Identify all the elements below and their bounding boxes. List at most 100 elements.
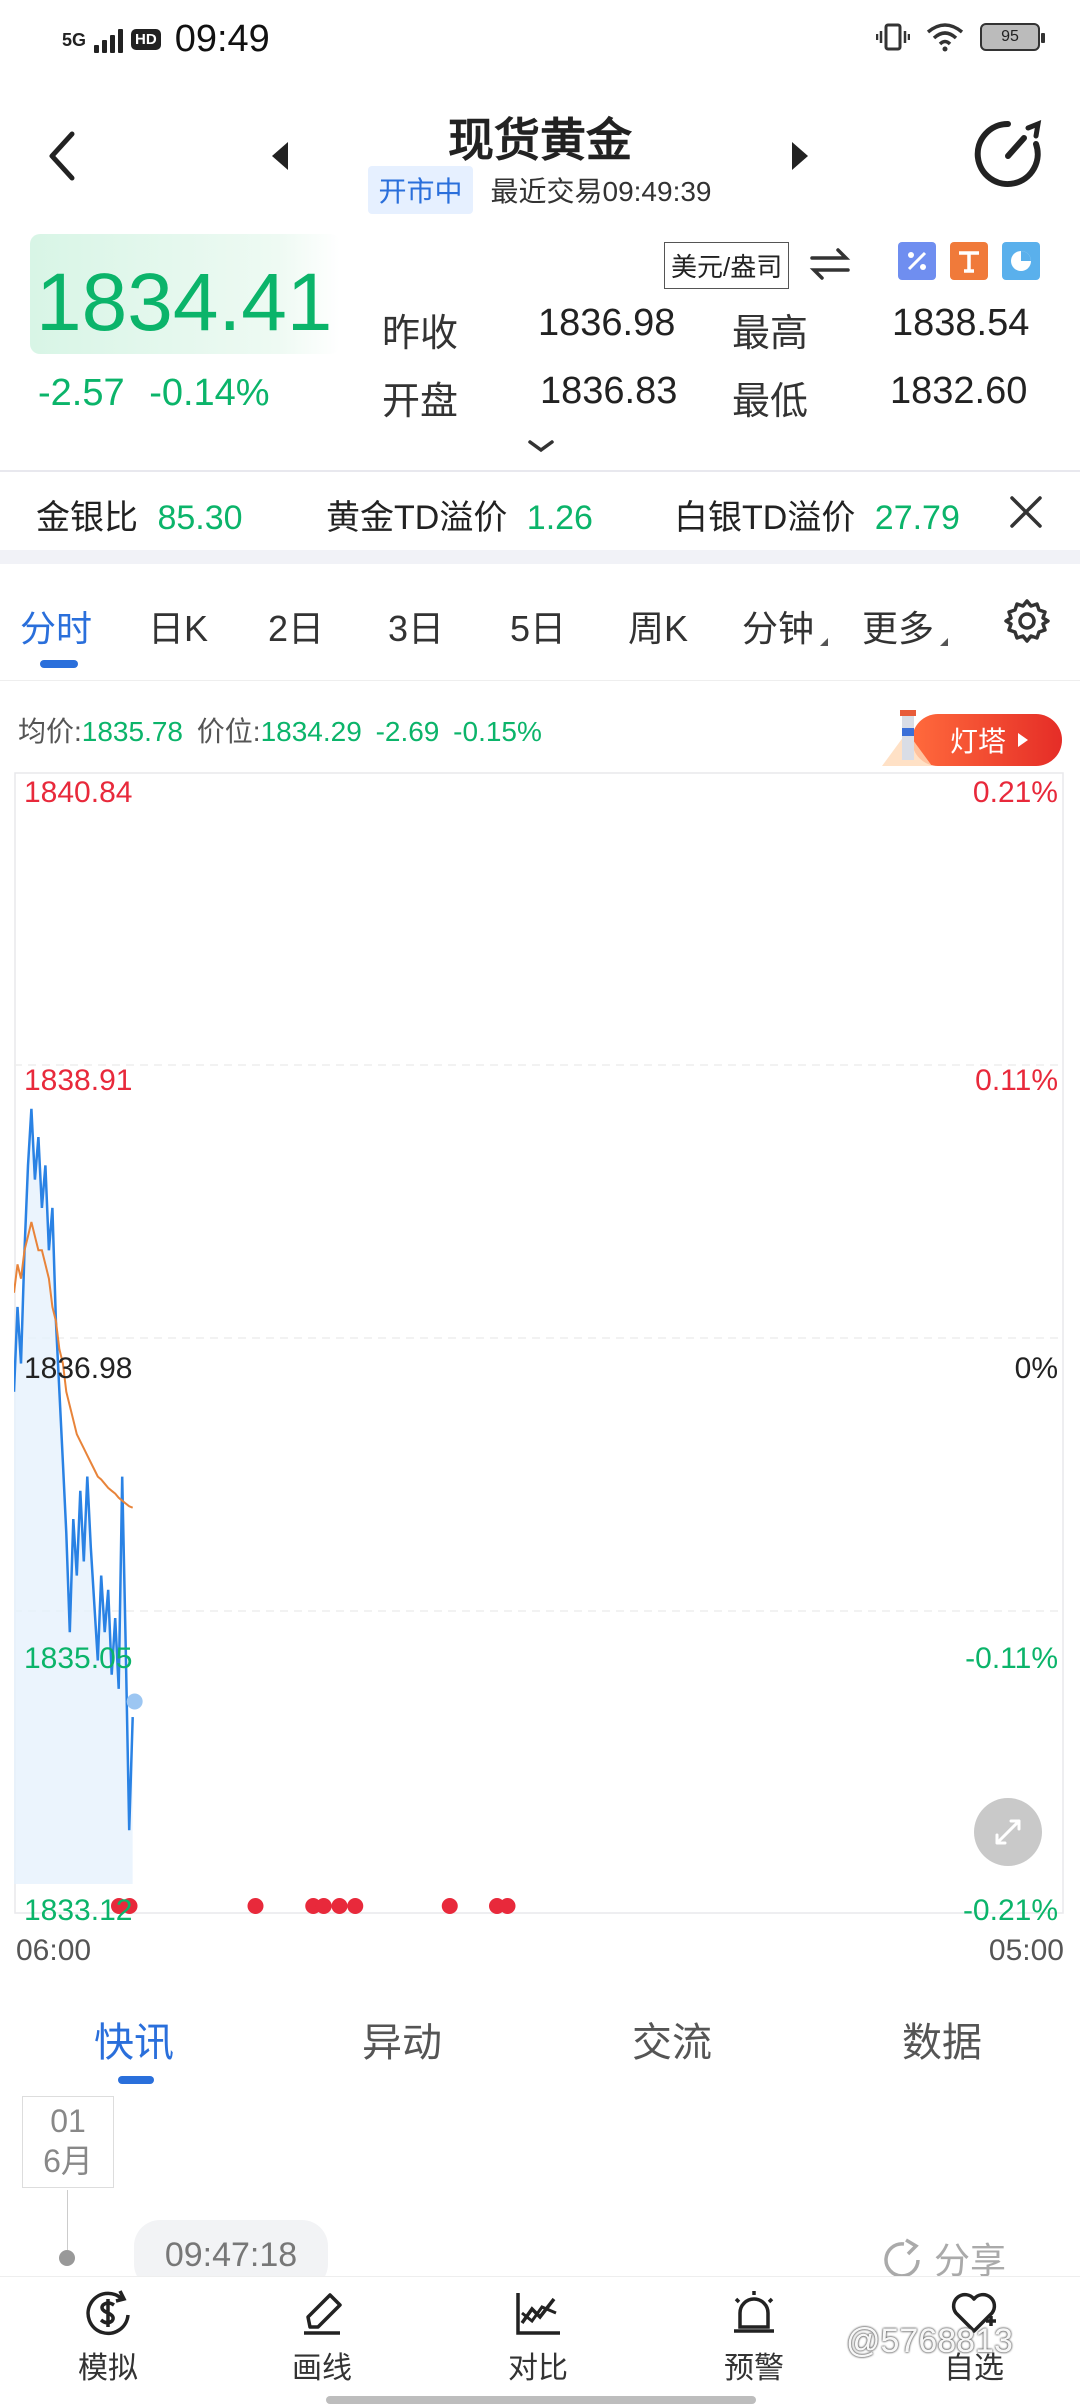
date-card: 01 6月 xyxy=(22,2096,114,2188)
pct-tick-label: 0.11% xyxy=(975,1064,1058,1097)
compare-chart-icon xyxy=(516,2293,560,2335)
date-month: 6月 xyxy=(43,2143,93,2179)
market-status-row: 开市中 最近交易09:49:39 xyxy=(0,166,1080,214)
quote-panel: 1834.41 -2.57 -0.14% 美元/盎司 昨收 1836.98 最高… xyxy=(0,226,1080,470)
nav-label: 画线 xyxy=(292,2352,352,2385)
gold-silver-ratio: 金银比 85.30 xyxy=(36,490,243,539)
nav-simulate[interactable]: 模拟 xyxy=(48,2287,168,2387)
ratio-bar: 金银比 85.30 黄金TD溢价 1.26 白银TD溢价 27.79 xyxy=(0,472,1080,550)
tab-weekly-k[interactable]: 周K xyxy=(628,600,688,652)
tab-discussion[interactable]: 交流 xyxy=(632,2010,712,2068)
tab-movers[interactable]: 异动 xyxy=(362,2010,442,2068)
high-value: 1838.54 xyxy=(892,302,1030,344)
share-icon xyxy=(884,2238,920,2278)
tab-intraday[interactable]: 分时 xyxy=(20,600,92,652)
gold-td-value: 1.26 xyxy=(526,499,593,537)
pct-tick-label: 0.21% xyxy=(972,776,1058,809)
network-type: 5G xyxy=(62,29,87,50)
silver-td-value: 27.79 xyxy=(874,499,960,537)
home-indicator[interactable] xyxy=(326,2396,756,2404)
watermark: @5768813 xyxy=(846,2322,1013,2360)
tower-icon[interactable] xyxy=(950,242,988,280)
event-marker xyxy=(347,1898,364,1914)
refresh-icon[interactable] xyxy=(970,116,1046,192)
dollar-coin-icon xyxy=(86,2290,130,2336)
prev-close-label: 昨收 xyxy=(382,313,459,355)
next-instrument-icon[interactable] xyxy=(784,136,814,176)
tab-more[interactable]: 更多 xyxy=(862,600,934,652)
battery-level: 95 xyxy=(1001,28,1019,45)
tab-daily-k[interactable]: 日K xyxy=(148,600,208,652)
y-tick-label: 1836.98 xyxy=(24,1352,133,1385)
low-value: 1832.60 xyxy=(890,370,1028,412)
active-tab-indicator xyxy=(118,2076,154,2084)
hd-badge: HD xyxy=(131,29,161,50)
pct-tick-label: -0.21% xyxy=(962,1894,1058,1927)
alarm-icon xyxy=(734,2291,774,2333)
lighthouse-button[interactable]: 灯塔 xyxy=(876,710,1062,766)
nav-compare[interactable]: 对比 xyxy=(478,2287,598,2387)
tab-data[interactable]: 数据 xyxy=(902,2010,982,2068)
lighthouse-label: 灯塔 xyxy=(950,726,1007,757)
high-label: 最高 xyxy=(732,313,809,355)
tab-2-day[interactable]: 2日 xyxy=(268,600,324,652)
price-label: 价位: xyxy=(196,716,261,747)
price-change: -2.57 -0.14% xyxy=(38,372,270,415)
cursor-change: -2.69 xyxy=(375,716,440,747)
silver-td-premium: 白银TD溢价 27.79 xyxy=(674,490,960,539)
avg-value: 1835.78 xyxy=(81,716,183,747)
y-tick-label: 1833.12 xyxy=(24,1894,133,1927)
gold-td-label: 黄金TD溢价 xyxy=(326,499,508,537)
pie-chart-icon[interactable] xyxy=(1002,242,1040,280)
avg-label: 均价: xyxy=(18,716,82,747)
fullscreen-button[interactable] xyxy=(974,1798,1042,1866)
pen-icon xyxy=(304,2293,342,2335)
close-icon[interactable] xyxy=(1006,492,1046,532)
event-marker xyxy=(331,1898,348,1914)
period-tabs: 分时 日K 2日 3日 5日 周K 分钟 更多 xyxy=(0,564,1080,680)
play-triangle-icon xyxy=(1018,733,1029,747)
gear-icon[interactable] xyxy=(1002,596,1052,646)
nav-label: 模拟 xyxy=(78,2352,138,2385)
section-gap xyxy=(0,550,1080,564)
wifi-icon xyxy=(926,23,964,52)
current-price: 1834.41 xyxy=(36,257,333,348)
tab-5-day[interactable]: 5日 xyxy=(510,600,566,652)
percent-icon[interactable] xyxy=(898,242,936,280)
y-tick-label: 1840.84 xyxy=(24,776,133,809)
prev-close-value: 1836.98 xyxy=(538,302,676,344)
tab-flash-news[interactable]: 快讯 xyxy=(94,2010,174,2068)
date-day: 01 xyxy=(50,2103,86,2139)
gold-silver-value: 85.30 xyxy=(157,499,243,537)
y-tick-label: 1835.05 xyxy=(24,1642,133,1675)
intraday-chart[interactable] xyxy=(14,772,1064,1928)
nav-alert[interactable]: 预警 xyxy=(694,2287,814,2387)
pct-tick-label: 0% xyxy=(1014,1352,1058,1385)
lighthouse-pill: 灯塔 xyxy=(912,714,1062,766)
y-tick-label: 1838.91 xyxy=(24,1064,133,1097)
dropdown-triangle-icon xyxy=(820,638,828,646)
expand-icon xyxy=(995,1819,1021,1845)
open-value: 1836.83 xyxy=(540,370,678,412)
unit-selector[interactable]: 美元/盎司 xyxy=(664,242,790,289)
event-marker xyxy=(441,1898,458,1914)
news-tabs: 快讯 异动 交流 数据 xyxy=(0,2000,1080,2090)
change-percent: -0.14% xyxy=(149,372,270,414)
expand-chevron-icon[interactable] xyxy=(526,436,556,456)
status-bar: 5G HD 09:49 95 xyxy=(0,0,1080,80)
last-trade-time: 最近交易09:49:39 xyxy=(490,176,712,207)
swap-icon[interactable] xyxy=(808,244,852,284)
chart-frame xyxy=(14,772,1064,1914)
nav-draw[interactable]: 画线 xyxy=(262,2287,382,2387)
page-title: 现货黄金 xyxy=(448,114,632,166)
tab-3-day[interactable]: 3日 xyxy=(388,600,444,652)
chart-info-line: 均价:1835.78 价位:1834.29 -2.69 -0.15% xyxy=(18,710,542,750)
vibrate-icon xyxy=(876,23,910,51)
signal-icon xyxy=(94,27,124,53)
tab-minute[interactable]: 分钟 xyxy=(742,600,814,652)
nav-label: 预警 xyxy=(724,2352,784,2385)
gold-silver-label: 金银比 xyxy=(36,499,138,537)
change-value: -2.57 xyxy=(38,372,125,414)
nav-label: 对比 xyxy=(508,2352,568,2385)
divider xyxy=(0,680,1080,681)
